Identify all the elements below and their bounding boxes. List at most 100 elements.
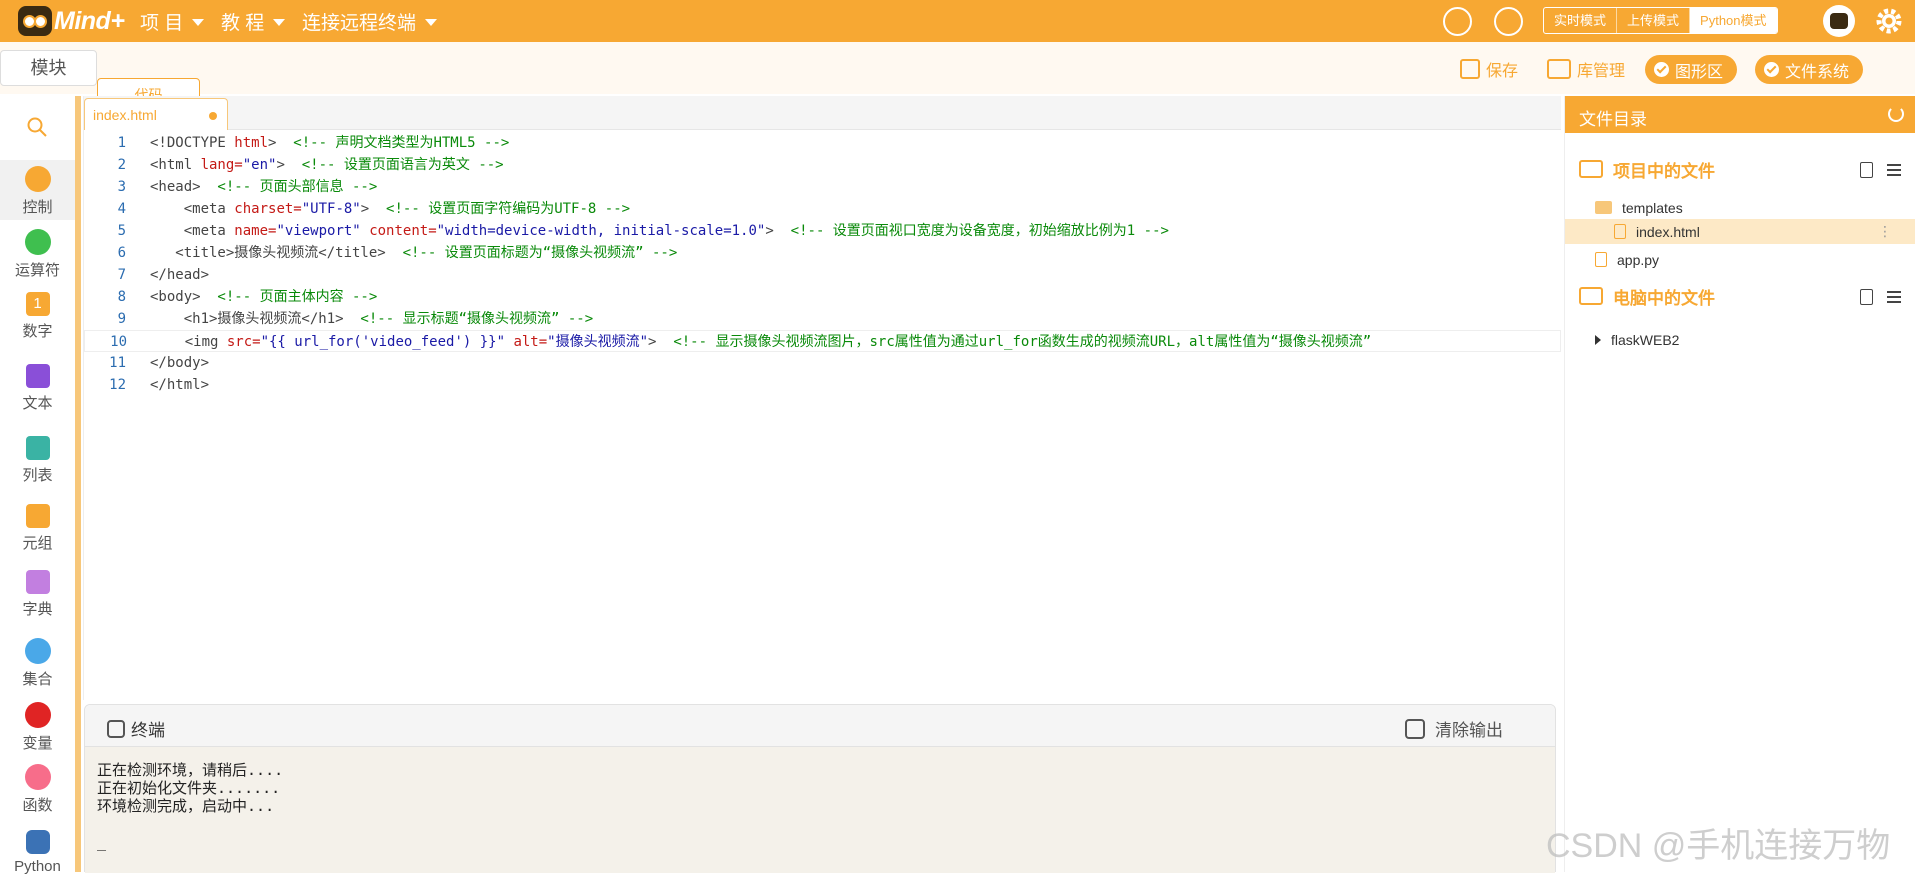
code-text: <meta charset="UTF-8"> <!-- 设置页面字符编码为UTF… <box>150 201 631 217</box>
terminal-cursor: _ <box>97 833 107 851</box>
sidebar-divider <box>75 96 81 872</box>
refresh-icon[interactable] <box>1888 106 1904 122</box>
code-text: <head> <!-- 页面头部信息 --> <box>150 179 378 195</box>
code-line[interactable]: 6 <title>摄像头视频流</title> <!-- 设置页面标题为“摄像头… <box>84 242 1561 264</box>
sidebar-item-python[interactable]: Python <box>0 830 75 875</box>
variable-icon <box>24 702 51 728</box>
menu-icon[interactable] <box>1887 291 1901 303</box>
file-tab-label: index.html <box>93 107 157 123</box>
file-directory-title: 文件目录 <box>1579 110 1647 129</box>
code-line[interactable]: 10 <img src="{{ url_for('video_feed') }}… <box>84 330 1561 352</box>
number-icon: 1 <box>25 292 50 316</box>
library-manager-button[interactable]: 库管理 <box>1547 56 1625 82</box>
menu-project[interactable]: 项 目 <box>140 0 205 42</box>
project-files-section[interactable]: 项目中的文件 <box>1579 156 1715 182</box>
check-icon <box>1654 62 1669 77</box>
computer-files-label: 电脑中的文件 <box>1613 288 1715 308</box>
library-label: 库管理 <box>1577 63 1626 80</box>
sidebar-item-set[interactable]: 集合 <box>0 638 75 689</box>
sidebar-item-control[interactable]: 控制 <box>0 160 75 220</box>
code-text: <h1>摄像头视频流</h1> <!-- 显示标题“摄像头视频流” --> <box>150 311 594 327</box>
mode-realtime[interactable]: 实时模式 <box>1544 8 1618 33</box>
code-line[interactable]: 7 </head> <box>84 264 1561 286</box>
edit-icon[interactable] <box>1494 7 1523 36</box>
menu-icon[interactable] <box>1887 164 1901 176</box>
project-files-label: 项目中的文件 <box>1613 161 1715 181</box>
code-text: <img src="{{ url_for('video_feed') }}" a… <box>151 334 1372 350</box>
sidebar-item-label: 变量 <box>22 735 53 752</box>
line-number: 11 <box>109 355 126 371</box>
code-line[interactable]: 1 <!DOCTYPE html> <!-- 声明文档类型为HTML5 --> <box>84 132 1561 154</box>
line-number: 2 <box>117 157 126 173</box>
graphics-area-toggle[interactable]: 图形区 <box>1645 55 1738 84</box>
search-icon[interactable] <box>26 116 48 138</box>
sidebar-item-label: 文本 <box>22 395 53 412</box>
broom-icon <box>1405 718 1425 739</box>
sidebar-item-function[interactable]: 函数 <box>0 764 75 815</box>
brand-name: Mind+ <box>54 6 125 35</box>
sidebar-item-list[interactable]: 列表 <box>0 436 75 485</box>
watermark: CSDN @手机连接万物 <box>1546 827 1891 865</box>
code-line[interactable]: 2 <html lang="en"> <!-- 设置页面语言为英文 --> <box>84 154 1561 176</box>
category-sidebar: 控制 运算符 1 数字 文本 列表 元组 字典 集合 变量 函数 Python <box>0 96 81 875</box>
sidebar-item-operators[interactable]: 运算符 <box>0 229 75 280</box>
tree-folder-templates[interactable]: templates <box>1565 195 1915 220</box>
chevron-down-icon <box>273 19 286 26</box>
robot-logo-icon <box>18 6 52 36</box>
link-icon <box>107 719 125 738</box>
code-text: <html lang="en"> <!-- 设置页面语言为英文 --> <box>150 157 504 173</box>
tree-item-label: templates <box>1622 199 1683 216</box>
tree-item-label: index.html <box>1636 223 1700 240</box>
sidebar-item-text[interactable]: 文本 <box>0 364 75 413</box>
tree-file-index-html[interactable]: index.html ⋮ <box>1565 219 1915 244</box>
menu-tutorial[interactable]: 教 程 <box>221 0 286 42</box>
file-system-toggle[interactable]: 文件系统 <box>1755 55 1864 84</box>
function-icon <box>24 764 51 790</box>
chevron-down-icon <box>425 19 438 26</box>
gear-icon[interactable] <box>1874 6 1904 36</box>
terminal-line: 正在检测环境，请稍后.... <box>97 761 284 779</box>
sidebar-item-number[interactable]: 1 数字 <box>0 292 75 341</box>
code-line[interactable]: 9 <h1>摄像头视频流</h1> <!-- 显示标题“摄像头视频流” --> <box>84 308 1561 330</box>
code-line[interactable]: 5 <meta name="viewport" content="width=d… <box>84 220 1561 242</box>
tab-blocks[interactable]: 模块 <box>0 50 97 86</box>
code-line[interactable]: 12 </html> <box>84 374 1561 396</box>
menu-project-label: 项 目 <box>140 12 184 34</box>
code-editor: index.html 1 <!DOCTYPE html> <!-- 声明文档类型为… <box>83 96 1608 700</box>
computer-files-section[interactable]: 电脑中的文件 <box>1579 283 1715 309</box>
sidebar-item-label: 数字 <box>22 323 53 340</box>
avatar[interactable] <box>1823 5 1855 37</box>
terminal-output[interactable]: 正在检测环境，请稍后.... 正在初始化文件夹....... 环境检测完成，启动… <box>85 747 1555 873</box>
sidebar-item-label: 字典 <box>22 601 53 618</box>
folder-icon <box>1595 201 1612 214</box>
code-text: <meta name="viewport" content="width=dev… <box>150 223 1169 239</box>
sidebar-item-tuple[interactable]: 元组 <box>0 504 75 553</box>
menu-remote-terminal[interactable]: 连接远程终端 <box>302 0 438 42</box>
dashboard-icon[interactable] <box>1443 7 1472 36</box>
sidebar-item-variable[interactable]: 变量 <box>0 702 75 753</box>
sidebar-item-dictionary[interactable]: 字典 <box>0 570 75 619</box>
editor-toolbar: 模块 代码 保存 库管理 图形区 文件系统 <box>0 42 1915 114</box>
menu-remote-terminal-label: 连接远程终端 <box>302 12 417 34</box>
sidebar-item-label: 函数 <box>22 797 53 814</box>
mode-python[interactable]: Python模式 <box>1690 8 1777 33</box>
tree-file-app-py[interactable]: app.py <box>1565 247 1915 272</box>
folder-icon <box>1579 160 1603 178</box>
clear-output-button[interactable]: 清除输出 <box>1405 716 1503 741</box>
code-line[interactable]: 4 <meta charset="UTF-8"> <!-- 设置页面字符编码为U… <box>84 198 1561 220</box>
tree-folder-flaskweb2[interactable]: flaskWEB2 <box>1565 327 1915 352</box>
file-tab-index-html[interactable]: index.html <box>84 98 228 130</box>
code-text: <body> <!-- 页面主体内容 --> <box>150 289 378 305</box>
code-line[interactable]: 11 </body> <box>84 352 1561 374</box>
save-button[interactable]: 保存 <box>1460 56 1518 82</box>
mode-upload[interactable]: 上传模式 <box>1617 8 1691 33</box>
code-area[interactable]: 1 <!DOCTYPE html> <!-- 声明文档类型为HTML5 --> 2 <… <box>84 132 1561 396</box>
more-icon[interactable]: ⋮ <box>1878 223 1892 240</box>
new-file-icon[interactable] <box>1860 289 1873 305</box>
code-line[interactable]: 8 <body> <!-- 页面主体内容 --> <box>84 286 1561 308</box>
file-directory-panel: 文件目录 项目中的文件 templates index.html ⋮ app.p… <box>1564 96 1915 872</box>
computer-files-tools <box>1860 287 1901 307</box>
chevron-down-icon <box>192 19 205 26</box>
code-line[interactable]: 3 <head> <!-- 页面头部信息 --> <box>84 176 1561 198</box>
new-file-icon[interactable] <box>1860 162 1873 178</box>
